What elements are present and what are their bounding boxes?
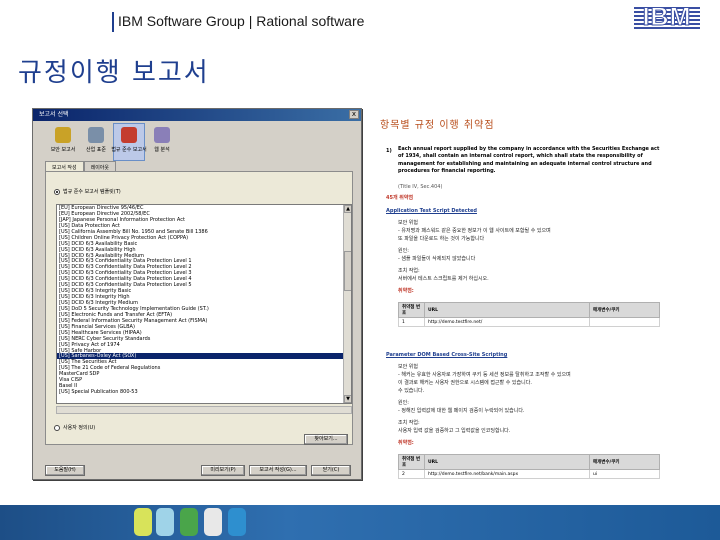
radio-selected-icon: [54, 188, 60, 195]
issue-2-risk-line: 수 있습니다.: [398, 388, 425, 394]
issue-count: 45개 취약점: [386, 195, 414, 201]
compliance-icon: [121, 127, 137, 143]
footer-decoration: [156, 508, 174, 536]
dialog-title: 보고서 선택: [33, 109, 361, 121]
dialog-close-icon[interactable]: x: [349, 110, 359, 119]
browse-button[interactable]: 찾아보기...: [304, 434, 348, 445]
issue-1-name[interactable]: Application Test Script Detected: [386, 208, 477, 215]
issue-1-risk-line: - 유저명과 패스워드 같은 중요한 정보가 이 웹 사이트에 포함될 수 있으…: [398, 228, 551, 234]
header-text: IBM Software Group | Rational software: [118, 13, 365, 29]
compliance-report-preview: 항목별 규정 이행 취약점 1) Each annual report supp…: [372, 110, 672, 480]
report-options-panel: 법규 준수 보고서 템플릿(T) [EU] European Directive…: [45, 171, 353, 445]
page-title: 규정이행 보고서: [18, 58, 210, 88]
scroll-up-icon[interactable]: ▲: [344, 205, 351, 213]
ibm-logo-text: IBM: [642, 3, 692, 31]
radio-custom-label: 사용자 정의(U): [63, 425, 96, 431]
generate-report-button[interactable]: 보고서 작성(G)...: [249, 465, 307, 476]
lock-icon: [55, 127, 71, 143]
toolbar-compliance-report[interactable]: 법규 준수 보고서: [111, 123, 147, 161]
report-title: 항목별 규정 이행 취약점: [380, 120, 495, 131]
issue-2-cause-line: - 정해진 입력값에 대한 웹 페이지 검증이 누락되어 있습니다.: [398, 408, 525, 414]
toolbar-label: 보안 보고서: [50, 147, 76, 153]
preview-button[interactable]: 미리보기(P): [201, 465, 245, 476]
table-header: 취약점 번호: [398, 454, 425, 470]
table-cell: ui: [589, 469, 660, 479]
section-paragraph: Each annual report supplied by the compa…: [398, 146, 660, 174]
toolbar-label: 법규 준수 보고서: [111, 147, 147, 153]
section-citation: (Title IV, Sec.404): [398, 184, 443, 190]
table-header: 매개변수/쿠키: [589, 302, 660, 318]
radio-template[interactable]: 법규 준수 보고서 템플릿(T): [54, 188, 121, 195]
issue-2-table: 취약점 번호 URL 매개변수/쿠키 2 http://demo.testfir…: [398, 454, 660, 479]
issue-2-risk-line: - 해커는 유효한 사용자로 가장하여 쿠키 등 세션 정보를 탈취하고 조작할…: [398, 372, 571, 378]
regulation-list-items: [EU] European Directive 95/46/EC [EU] Eur…: [57, 205, 351, 395]
table-header-row: 취약점 번호 URL 매개변수/쿠키: [398, 302, 660, 318]
ibm-logo: IBM: [634, 3, 700, 31]
toolbar-label: 산업 표준: [86, 147, 106, 153]
table-header-row: 취약점 번호 URL 매개변수/쿠키: [398, 454, 660, 470]
radio-custom[interactable]: 사용자 정의(U): [54, 424, 95, 431]
header-divider: [112, 12, 114, 32]
footer-decoration: [228, 508, 246, 536]
issue-1-vuln-label: 취약점:: [398, 288, 414, 294]
list-item[interactable]: [US] Special Publication 800-53: [57, 389, 351, 395]
issue-2-vuln-label: 취약점:: [398, 440, 414, 446]
web-analysis-icon: [154, 127, 170, 143]
table-header: URL: [424, 454, 590, 470]
issue-1-risk-label: 보안 위험: [398, 220, 418, 226]
help-button[interactable]: 도움말(H): [45, 465, 85, 476]
footer-band: [0, 505, 720, 540]
issue-1-cause-line: - 샘플 파일들이 삭제되지 않았습니다: [398, 256, 476, 262]
issue-1-fix-label: 조치 작업:: [398, 268, 420, 274]
list-horizontal-scrollbar[interactable]: [56, 406, 352, 414]
table-cell: [589, 317, 660, 327]
issue-1-cause-label: 원인:: [398, 248, 409, 254]
toolbar-security-report[interactable]: 보안 보고서: [47, 123, 79, 161]
section-number: 1): [386, 148, 392, 154]
issue-2-fix-line: 사용자 입력 값을 검증하고 그 입력값을 인코딩합니다.: [398, 428, 511, 434]
table-header: 취약점 번호: [398, 302, 425, 318]
toolbar-label: 웹 분석: [154, 147, 170, 153]
issue-2-risk-line: 이 결과로 해커는 사용자 권한으로 시스템에 접근할 수 있습니다.: [398, 380, 532, 386]
table-cell[interactable]: http://demo.testfire.net/bank/main.aspx: [424, 469, 590, 479]
issue-1-fix-line: 서버에서 테스트 스크립트를 제거 하십시오.: [398, 276, 489, 282]
scroll-thumb[interactable]: [344, 251, 351, 291]
table-cell: 2: [398, 469, 425, 479]
toolbar-web-analysis[interactable]: 웹 분석: [146, 123, 178, 161]
report-type-toolbar: 보안 보고서 산업 표준 법규 준수 보고서 웹 분석: [47, 123, 179, 161]
issue-2-cause-label: 원인:: [398, 400, 409, 406]
table-cell[interactable]: http://demo.testfire.net/: [424, 317, 590, 327]
table-header: 매개변수/쿠키: [589, 454, 660, 470]
issue-1-risk-line: 또 파일을 다운로드 하는 것이 가능합니다: [398, 236, 485, 242]
toolbar-industry-standard[interactable]: 산업 표준: [80, 123, 112, 161]
regulation-list[interactable]: [EU] European Directive 95/46/EC [EU] Eur…: [56, 204, 352, 404]
table-row: 2 http://demo.testfire.net/bank/main.asp…: [398, 469, 660, 479]
footer-decoration: [204, 508, 222, 536]
table-row: 1 http://demo.testfire.net/: [398, 317, 660, 327]
issue-2-fix-label: 조치 작업:: [398, 420, 420, 426]
gear-icon: [88, 127, 104, 143]
table-header: URL: [424, 302, 590, 318]
report-selection-dialog: 보고서 선택 x 보안 보고서 산업 표준 법규 준수 보고서 웹 분석 보고서…: [32, 108, 362, 480]
issue-2-risk-label: 보안 위험: [398, 364, 418, 370]
scroll-down-icon[interactable]: ▼: [344, 395, 351, 403]
issue-1-table: 취약점 번호 URL 매개변수/쿠키 1 http://demo.testfir…: [398, 302, 660, 327]
radio-unselected-icon: [54, 424, 60, 431]
issue-2-name[interactable]: Parameter DOM Based Cross-Site Scripting: [386, 352, 507, 359]
close-button[interactable]: 닫기(C): [311, 465, 351, 476]
footer-decoration: [180, 508, 198, 536]
table-cell: 1: [398, 317, 425, 327]
footer-decoration: [134, 508, 152, 536]
radio-template-label: 법규 준수 보고서 템플릿(T): [63, 189, 121, 195]
list-vertical-scrollbar[interactable]: ▲ ▼: [343, 205, 351, 403]
